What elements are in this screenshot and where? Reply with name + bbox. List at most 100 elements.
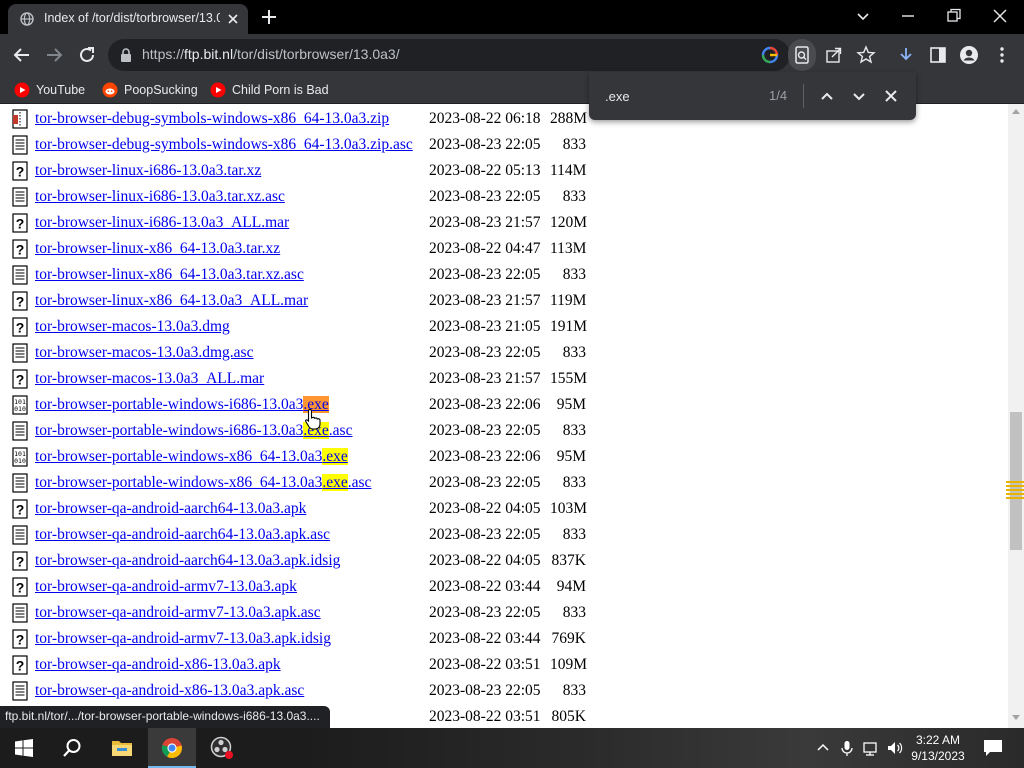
find-input[interactable]: [605, 86, 755, 106]
file-link[interactable]: tor-browser-macos-13.0a3_ALL.mar: [35, 370, 264, 388]
file-link[interactable]: tor-browser-macos-13.0a3.dmg.asc: [35, 344, 253, 362]
svg-text:?: ?: [16, 632, 25, 648]
obs-icon: [210, 736, 233, 759]
unknown-file-icon: ?: [10, 551, 30, 571]
file-link[interactable]: tor-browser-portable-windows-i686-13.0a3…: [35, 396, 329, 414]
file-size: 833: [562, 604, 586, 621]
binary-file-icon: 101 010: [10, 447, 30, 467]
file-size: 833: [562, 682, 586, 699]
start-button[interactable]: [0, 728, 48, 768]
file-date: 2023-08-23 21:57: [429, 292, 541, 309]
file-date: 2023-08-23 22:05: [429, 604, 541, 621]
reddit-icon: [102, 82, 118, 98]
file-date: 2023-08-23 22:05: [429, 422, 541, 439]
file-size: 805K: [551, 708, 586, 725]
file-size: 288M: [550, 110, 588, 127]
active-tab[interactable]: Index of /tor/dist/torbrowser/13.0a3/: [8, 4, 248, 34]
volume-icon[interactable]: [886, 739, 904, 757]
file-date: 2023-08-23 22:05: [429, 682, 541, 699]
close-tab-icon[interactable]: [226, 12, 240, 26]
share-icon[interactable]: [824, 45, 844, 65]
find-in-page-icon[interactable]: [792, 45, 812, 65]
file-size: 94M: [556, 578, 586, 595]
svg-text:?: ?: [16, 502, 25, 518]
taskbar-obs[interactable]: [198, 728, 246, 768]
file-link[interactable]: tor-browser-qa-android-armv7-13.0a3.apk.…: [35, 630, 331, 648]
scroll-up-arrow-icon[interactable]: [1011, 107, 1021, 115]
file-link[interactable]: tor-browser-qa-android-x86-13.0a3.apk: [35, 656, 281, 674]
minimize-icon[interactable]: [898, 6, 918, 26]
profile-avatar-icon[interactable]: [959, 45, 979, 65]
more-menu-icon[interactable]: [992, 45, 1012, 65]
file-link[interactable]: tor-browser-macos-13.0a3.dmg: [35, 318, 230, 336]
svg-text:?: ?: [16, 242, 25, 258]
file-date: 2023-08-22 03:51: [429, 656, 541, 673]
find-next-icon[interactable]: [849, 86, 869, 106]
bookmark-child-porn-is-bad[interactable]: Child Porn is Bad: [210, 81, 329, 99]
file-date: 2023-08-23 21:57: [429, 214, 541, 231]
bookmark-star-icon[interactable]: [856, 45, 876, 65]
text-file-icon: [10, 135, 30, 155]
link-status-bubble: ftp.bit.nl/tor/.../tor-browser-portable-…: [0, 706, 330, 728]
file-link[interactable]: tor-browser-debug-symbols-windows-x86_64…: [35, 136, 413, 154]
taskbar-search[interactable]: [48, 728, 96, 768]
file-size: 833: [562, 344, 586, 361]
text-file-icon: [10, 681, 30, 701]
file-link[interactable]: tor-browser-qa-android-x86-13.0a3.apk.as…: [35, 682, 304, 700]
show-hidden-icons-icon[interactable]: [814, 739, 832, 757]
address-bar[interactable]: https://ftp.bit.nl/tor/dist/torbrowser/1…: [108, 39, 790, 71]
file-date: 2023-08-23 22:06: [429, 448, 541, 465]
find-close-icon[interactable]: [881, 86, 901, 106]
file-row: tor-browser-linux-x86_64-13.0a3.tar.xz.a…: [10, 262, 610, 288]
file-link[interactable]: tor-browser-qa-android-aarch64-13.0a3.ap…: [35, 526, 330, 544]
network-icon[interactable]: [862, 739, 880, 757]
file-date: 2023-08-23 22:05: [429, 136, 541, 153]
file-row: tor-browser-linux-i686-13.0a3.tar.xz.asc…: [10, 184, 610, 210]
download-icon[interactable]: [896, 45, 916, 65]
file-date: 2023-08-23 21:57: [429, 370, 541, 387]
lock-icon[interactable]: [120, 48, 132, 62]
file-link[interactable]: tor-browser-debug-symbols-windows-x86_64…: [35, 110, 389, 128]
file-link[interactable]: tor-browser-linux-i686-13.0a3.tar.xz.asc: [35, 188, 285, 206]
bookmark-youtube[interactable]: YouTube: [14, 81, 85, 99]
tab-search-icon[interactable]: [853, 6, 873, 26]
file-date: 2023-08-22 03:44: [429, 630, 541, 647]
file-size: 114M: [550, 162, 587, 179]
file-link[interactable]: tor-browser-portable-windows-x86_64-13.0…: [35, 448, 348, 466]
file-link[interactable]: tor-browser-linux-x86_64-13.0a3.tar.xz.a…: [35, 266, 304, 284]
restore-icon[interactable]: [944, 6, 964, 26]
reload-icon[interactable]: [76, 44, 98, 66]
file-link[interactable]: tor-browser-qa-android-armv7-13.0a3.apk.…: [35, 604, 321, 622]
microphone-icon[interactable]: [838, 739, 856, 757]
find-match-marker: [1006, 493, 1024, 495]
file-row: ? tor-browser-linux-x86_64-13.0a3_ALL.mar…: [10, 288, 610, 314]
file-link[interactable]: tor-browser-qa-android-aarch64-13.0a3.ap…: [35, 552, 340, 570]
svg-text:?: ?: [16, 320, 25, 336]
file-link[interactable]: tor-browser-qa-android-aarch64-13.0a3.ap…: [35, 500, 306, 518]
file-link[interactable]: tor-browser-portable-windows-x86_64-13.0…: [35, 474, 371, 492]
scroll-down-arrow-icon[interactable]: [1011, 714, 1021, 722]
back-icon[interactable]: [11, 44, 33, 66]
system-clock[interactable]: 3:22 AM 9/13/2023: [906, 732, 970, 764]
notification-center-icon[interactable]: [982, 738, 1004, 758]
file-date: 2023-08-23 22:05: [429, 474, 541, 491]
taskbar-file-explorer[interactable]: [98, 728, 146, 768]
file-link[interactable]: tor-browser-linux-x86_64-13.0a3_ALL.mar: [35, 292, 308, 310]
close-window-icon[interactable]: [990, 6, 1010, 26]
file-link[interactable]: tor-browser-qa-android-armv7-13.0a3.apk: [35, 578, 297, 596]
file-link[interactable]: tor-browser-linux-i686-13.0a3.tar.xz: [35, 162, 261, 180]
find-previous-icon[interactable]: [817, 86, 837, 106]
file-link[interactable]: tor-browser-linux-x86_64-13.0a3.tar.xz: [35, 240, 280, 258]
side-panel-icon[interactable]: [928, 45, 948, 65]
url-text[interactable]: https://ftp.bit.nl/tor/dist/torbrowser/1…: [142, 46, 400, 62]
file-date: 2023-08-23 22:05: [429, 526, 541, 543]
bookmark-poopsucking[interactable]: PoopSucking: [102, 81, 198, 99]
new-tab-icon[interactable]: [260, 8, 278, 26]
file-explorer-icon: [112, 741, 132, 756]
google-lens-icon[interactable]: [760, 45, 780, 65]
file-size: 769K: [551, 630, 586, 647]
taskbar-chrome[interactable]: [148, 728, 196, 768]
file-date: 2023-08-23 22:06: [429, 396, 541, 413]
file-link[interactable]: tor-browser-linux-i686-13.0a3_ALL.mar: [35, 214, 289, 232]
forward-icon[interactable]: [43, 44, 65, 66]
